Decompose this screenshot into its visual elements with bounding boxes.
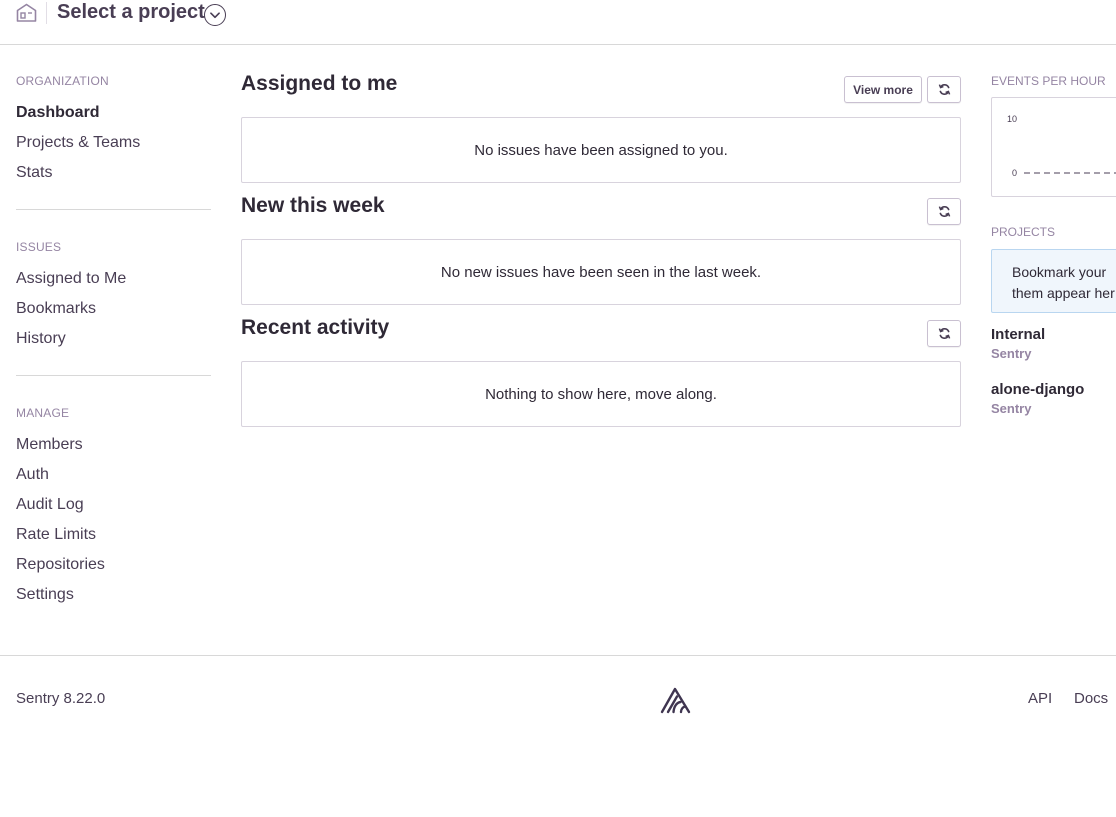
refresh-icon [938, 328, 950, 339]
empty-state-message: No new issues have been seen in the last… [241, 239, 961, 305]
main-content: Assigned to me View more No issues have … [241, 72, 961, 438]
bookmark-hint: Bookmark your them appear her [991, 249, 1116, 313]
page: Select a project ORGANIZATION Dashboard … [0, 0, 1116, 817]
view-more-button[interactable]: View more [844, 76, 922, 103]
refresh-icon [938, 206, 950, 217]
sidebar-item-stats[interactable]: Stats [16, 158, 211, 188]
bookmark-hint-line: them appear her [1012, 285, 1115, 301]
sidebar-section-title-manage: MANAGE [16, 406, 70, 420]
version-label: Sentry 8.22.0 [16, 690, 106, 707]
right-sidebar: EVENTS PER HOUR 10 0 PROJECTS Bookmark y… [991, 73, 1116, 433]
sidebar-item-projects-teams[interactable]: Projects & Teams [16, 128, 211, 158]
chevron-down-icon[interactable] [204, 4, 226, 26]
panel-title: Assigned to me [241, 72, 398, 95]
panel-header: Recent activity [241, 316, 961, 361]
panel-title: Recent activity [241, 316, 390, 339]
header: Select a project [0, 0, 1116, 45]
panel-assigned-to-me: Assigned to me View more No issues have … [241, 72, 961, 183]
project-name[interactable]: Internal [991, 325, 1045, 345]
project-selector-title[interactable]: Select a project [57, 1, 205, 24]
sidebar-item-bookmarks[interactable]: Bookmarks [16, 294, 211, 324]
refresh-button[interactable] [927, 198, 961, 225]
refresh-button[interactable] [927, 320, 961, 347]
footer: Sentry 8.22.0 API Docs [0, 655, 1116, 745]
sidebar-section-title-organization: ORGANIZATION [16, 74, 109, 88]
sidebar-item-members[interactable]: Members [16, 430, 211, 460]
events-per-hour-title: EVENTS PER HOUR [991, 74, 1106, 88]
panel-new-this-week: New this week No new issues have been se… [241, 194, 961, 305]
sidebar-item-audit-log[interactable]: Audit Log [16, 490, 211, 520]
sidebar-item-auth[interactable]: Auth [16, 460, 211, 490]
sidebar-item-history[interactable]: History [16, 324, 211, 354]
panel-header: New this week [241, 194, 961, 239]
panel-recent-activity: Recent activity Nothing to show here, mo… [241, 316, 961, 427]
sidebar-divider [16, 375, 211, 376]
bookmark-hint-line: Bookmark your [1012, 264, 1107, 280]
home-icon[interactable] [16, 3, 37, 22]
sidebar-divider [16, 209, 211, 210]
events-chart: 10 0 [991, 97, 1116, 197]
project-item[interactable]: Internal Sentry [991, 325, 1045, 363]
projects-title: PROJECTS [991, 225, 1056, 239]
sidebar-item-repositories[interactable]: Repositories [16, 550, 211, 580]
chart-baseline [1024, 172, 1116, 174]
footer-link-api[interactable]: API [1028, 690, 1052, 707]
sidebar: ORGANIZATION Dashboard Projects & Teams … [16, 73, 211, 610]
project-org: Sentry [991, 346, 1032, 361]
sidebar-item-dashboard[interactable]: Dashboard [16, 98, 211, 128]
empty-state-message: No issues have been assigned to you. [241, 117, 961, 183]
sidebar-section-title-issues: ISSUES [16, 240, 62, 254]
footer-link-docs[interactable]: Docs [1074, 690, 1108, 707]
sidebar-item-rate-limits[interactable]: Rate Limits [16, 520, 211, 550]
project-item[interactable]: alone-django Sentry [991, 380, 1084, 418]
header-divider [46, 2, 47, 24]
chart-tick-label: 10 [1007, 114, 1018, 124]
sidebar-item-settings[interactable]: Settings [16, 580, 211, 610]
project-name[interactable]: alone-django [991, 380, 1084, 400]
sentry-logo-icon[interactable] [659, 683, 694, 715]
empty-state-message: Nothing to show here, move along. [241, 361, 961, 427]
panel-header: Assigned to me View more [241, 72, 961, 117]
sidebar-item-assigned-to-me[interactable]: Assigned to Me [16, 264, 211, 294]
refresh-button[interactable] [927, 76, 961, 103]
chart-tick-label: 0 [1012, 168, 1018, 178]
project-org: Sentry [991, 401, 1032, 416]
refresh-icon [938, 84, 950, 95]
panel-title: New this week [241, 194, 385, 217]
